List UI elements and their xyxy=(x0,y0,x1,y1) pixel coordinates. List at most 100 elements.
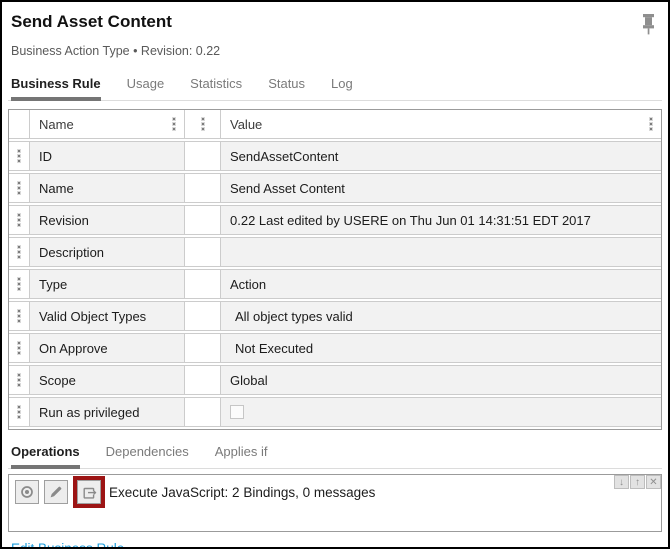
column-spacer xyxy=(184,398,220,426)
property-name: Name xyxy=(29,174,184,202)
property-value[interactable] xyxy=(220,398,661,426)
row-grip-icon xyxy=(18,246,20,258)
table-row: ID SendAssetContent xyxy=(9,141,661,171)
table-row: Scope Global xyxy=(9,365,661,395)
row-grip-icon xyxy=(18,278,20,290)
column-spacer xyxy=(184,142,220,170)
property-name: Description xyxy=(29,238,184,266)
row-grip-icon xyxy=(18,182,20,194)
table-row: Revision 0.22 Last edited by USERE on Thu… xyxy=(9,205,661,235)
row-drag-handle[interactable] xyxy=(9,174,29,202)
row-drag-handle[interactable] xyxy=(9,334,29,362)
table-row: On Approve Not Executed xyxy=(9,333,661,363)
property-name: Valid Object Types xyxy=(29,302,184,330)
property-value: 0.22 Last edited by USERE on Thu Jun 01 … xyxy=(220,206,661,234)
header-handle-cell xyxy=(9,110,29,138)
row-drag-handle[interactable] xyxy=(9,398,29,426)
property-name: Type xyxy=(29,270,184,298)
arrow-down-icon: ↓ xyxy=(619,477,624,488)
tab-operations[interactable]: Operations xyxy=(11,441,80,468)
operation-description: Execute JavaScript: 2 Bindings, 0 messag… xyxy=(109,485,375,500)
preview-operation-button[interactable] xyxy=(15,480,39,504)
name-column-menu-icon[interactable] xyxy=(173,118,175,130)
name-column-label: Name xyxy=(39,117,74,132)
column-spacer xyxy=(184,174,220,202)
column-spacer xyxy=(184,238,220,266)
property-value: All object types valid xyxy=(220,302,661,330)
tab-business-rule[interactable]: Business Rule xyxy=(11,73,101,100)
row-drag-handle[interactable] xyxy=(9,238,29,266)
column-spacer xyxy=(184,334,220,362)
row-grip-icon xyxy=(18,374,20,386)
row-grip-icon xyxy=(18,310,20,322)
property-name: On Approve xyxy=(29,334,184,362)
tab-applies-if[interactable]: Applies if xyxy=(215,441,268,468)
table-row: Type Action xyxy=(9,269,661,299)
spacer-column-header xyxy=(184,110,220,138)
arrow-up-icon: ↑ xyxy=(635,477,640,488)
export-icon xyxy=(81,484,98,501)
property-value: Global xyxy=(220,366,661,394)
properties-table-header: Name Value xyxy=(9,110,661,139)
table-row: Run as privileged xyxy=(9,397,661,427)
pin-icon xyxy=(641,13,656,36)
table-row: Valid Object Types All object types valid xyxy=(9,301,661,331)
close-icon: ✕ xyxy=(649,477,657,488)
top-tab-strip: Business Rule Usage Statistics Status Log xyxy=(8,73,662,101)
edit-pencil-icon xyxy=(48,484,64,500)
property-name: Scope xyxy=(29,366,184,394)
value-column-label: Value xyxy=(230,117,262,132)
preview-icon xyxy=(19,484,35,500)
tab-dependencies[interactable]: Dependencies xyxy=(106,441,189,468)
column-spacer xyxy=(184,366,220,394)
property-value: Not Executed xyxy=(220,334,661,362)
column-spacer xyxy=(184,206,220,234)
business-action-type-window: Send Asset Content Business Action Type … xyxy=(0,0,670,549)
bottom-tab-strip: Operations Dependencies Applies if xyxy=(8,441,662,469)
operation-controls: ↓ ↑ ✕ xyxy=(613,475,661,489)
edit-operation-button[interactable] xyxy=(44,480,68,504)
row-drag-handle[interactable] xyxy=(9,206,29,234)
value-column-header: Value xyxy=(220,110,661,138)
run-as-privileged-checkbox[interactable] xyxy=(230,405,244,419)
page-subtitle: Business Action Type • Revision: 0.22 xyxy=(8,44,662,58)
edit-business-rule-link[interactable]: Edit Business Rule xyxy=(11,541,124,549)
property-value: Send Asset Content xyxy=(220,174,661,202)
row-drag-handle[interactable] xyxy=(9,142,29,170)
row-drag-handle[interactable] xyxy=(9,302,29,330)
operations-panel: Execute JavaScript: 2 Bindings, 0 messag… xyxy=(8,474,662,532)
tab-log[interactable]: Log xyxy=(331,73,353,100)
properties-table-body: ID SendAssetContent Name Send Asset Content… xyxy=(9,141,661,427)
column-spacer xyxy=(184,302,220,330)
row-grip-icon xyxy=(18,342,20,354)
row-grip-icon xyxy=(18,406,20,418)
property-name: ID xyxy=(29,142,184,170)
remove-button[interactable]: ✕ xyxy=(646,475,661,489)
move-down-button[interactable]: ↓ xyxy=(614,475,629,489)
spacer-column-menu-icon[interactable] xyxy=(202,118,204,130)
row-drag-handle[interactable] xyxy=(9,270,29,298)
tab-usage[interactable]: Usage xyxy=(127,73,165,100)
table-row: Description xyxy=(9,237,661,267)
row-drag-handle[interactable] xyxy=(9,366,29,394)
value-column-menu-icon[interactable] xyxy=(650,118,652,130)
row-grip-icon xyxy=(18,150,20,162)
column-spacer xyxy=(184,270,220,298)
operation-row: Execute JavaScript: 2 Bindings, 0 messag… xyxy=(15,480,655,504)
table-row: Name Send Asset Content xyxy=(9,173,661,203)
property-value: Action xyxy=(220,270,661,298)
name-column-header: Name xyxy=(29,110,184,138)
properties-table: Name Value ID SendAssetContent Name Send As… xyxy=(8,109,662,430)
property-value: SendAssetContent xyxy=(220,142,661,170)
page-title: Send Asset Content xyxy=(11,11,172,32)
property-value xyxy=(220,238,661,266)
header: Send Asset Content xyxy=(8,11,662,41)
pin-button[interactable] xyxy=(641,13,656,41)
tab-status[interactable]: Status xyxy=(268,73,305,100)
move-up-button[interactable]: ↑ xyxy=(630,475,645,489)
property-name: Revision xyxy=(29,206,184,234)
row-grip-icon xyxy=(18,214,20,226)
property-name: Run as privileged xyxy=(29,398,184,426)
tab-statistics[interactable]: Statistics xyxy=(190,73,242,100)
export-operation-button[interactable] xyxy=(77,480,101,504)
